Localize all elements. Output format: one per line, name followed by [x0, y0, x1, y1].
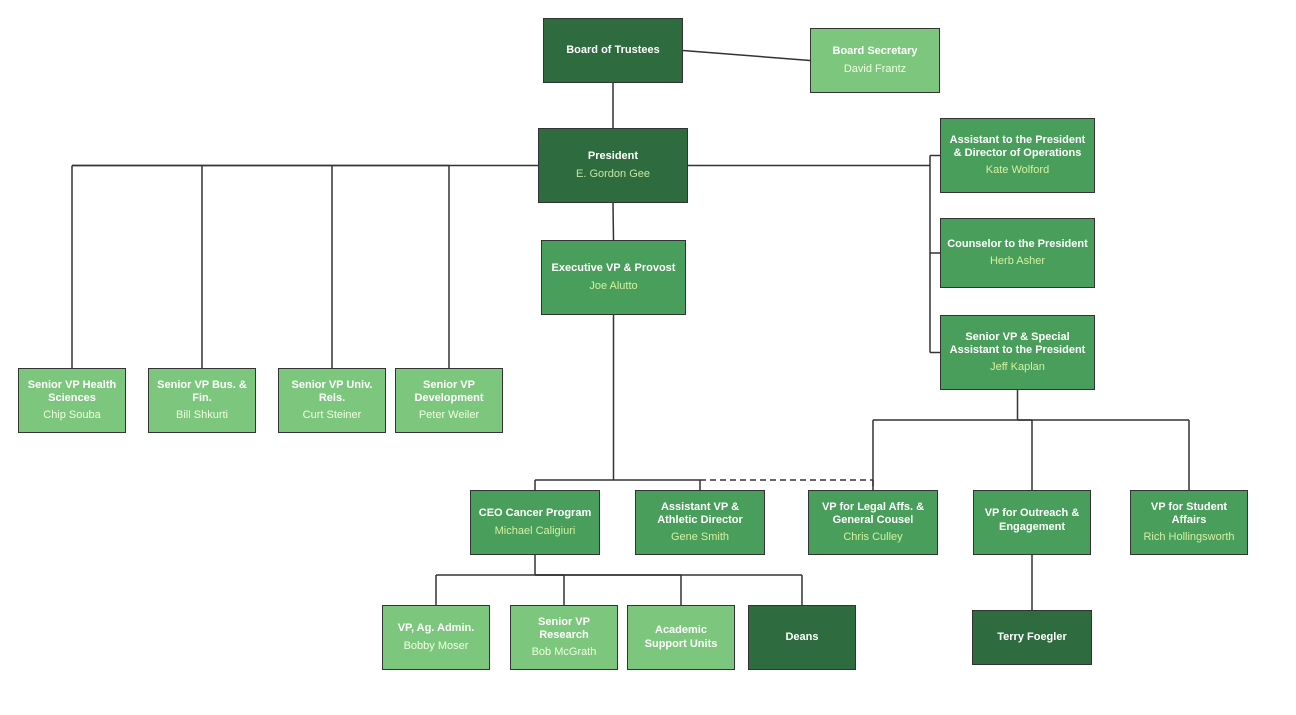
- ceo-cancer-node: CEO Cancer Program Michael Caligiuri: [470, 490, 600, 555]
- terry-node: Terry Foegler: [972, 610, 1092, 665]
- president-node: President E. Gordon Gee: [538, 128, 688, 203]
- svp-research-node: Senior VP Research Bob McGrath: [510, 605, 618, 670]
- svp-health-node: Senior VP Health Sciences Chip Souba: [18, 368, 126, 433]
- svp-univ-node: Senior VP Univ. Rels. Curt Steiner: [278, 368, 386, 433]
- svp-bus-node: Senior VP Bus. & Fin. Bill Shkurti: [148, 368, 256, 433]
- svp-dev-node: Senior VP Development Peter Weiler: [395, 368, 503, 433]
- svp-special-node: Senior VP & Special Assistant to the Pre…: [940, 315, 1095, 390]
- counselor-node: Counselor to the President Herb Asher: [940, 218, 1095, 288]
- asst-president-node: Assistant to the President & Director of…: [940, 118, 1095, 193]
- vp-outreach-node: VP for Outreach & Engagement: [973, 490, 1091, 555]
- asst-vp-athletic-node: Assistant VP & Athletic Director Gene Sm…: [635, 490, 765, 555]
- evp-provost-node: Executive VP & Provost Joe Alutto: [541, 240, 686, 315]
- vp-legal-node: VP for Legal Affs. & General Cousel Chri…: [808, 490, 938, 555]
- vp-ag-node: VP, Ag. Admin. Bobby Moser: [382, 605, 490, 670]
- academic-support-node: Academic Support Units: [627, 605, 735, 670]
- vp-student-node: VP for Student Affairs Rich Hollingswort…: [1130, 490, 1248, 555]
- deans-node: Deans: [748, 605, 856, 670]
- board-secretary-node: Board Secretary David Frantz: [810, 28, 940, 93]
- board-node: Board of Trustees: [543, 18, 683, 83]
